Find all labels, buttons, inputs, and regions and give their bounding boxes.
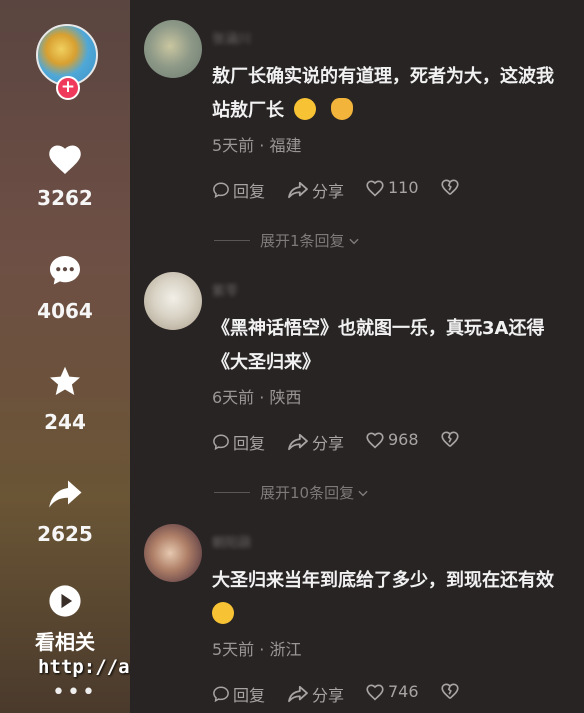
expand-replies-label: 展开1条回复 (260, 232, 345, 250)
comment-text-fragment: 站敖厂长 (212, 100, 284, 121)
comment-text-line: 《黑神话悟空》也就图一乐，真玩3A还得 (212, 318, 545, 339)
star-icon[interactable] (47, 364, 83, 400)
share-arrow-outline-icon (288, 181, 308, 199)
like-count: 3262 (37, 186, 93, 210)
comment-count: 4064 (37, 299, 93, 323)
like-action[interactable]: 3262 (0, 142, 130, 210)
divider-line (214, 240, 250, 241)
comment-actions: 回复 分享 110 (212, 178, 572, 202)
comment-like-count: 110 (388, 178, 419, 197)
share-comment-button[interactable]: 分享 (287, 430, 344, 454)
ok-hand-emoji-icon (330, 98, 353, 120)
comment-text-line: 大圣归来当年到底给了多少，到现在还有效 (212, 570, 554, 591)
favorite-action[interactable]: 244 (0, 364, 130, 434)
commenter-name[interactable]: 紫苓 (212, 280, 238, 299)
share-comment-button[interactable]: 分享 (287, 178, 344, 202)
broken-heart-icon (441, 683, 459, 699)
commenter-name[interactable]: 张涵川 (212, 28, 251, 47)
comment-text-line-2: 《大圣归来》 (212, 352, 320, 373)
comment-text: 敖厂长确实说的有道理，死者为大，这波我 站敖厂长 (212, 60, 572, 128)
comment-actions: 回复 分享 968 (212, 430, 572, 454)
chevron-down-icon (358, 490, 368, 496)
expand-replies-button[interactable]: 展开10条回复 (214, 482, 370, 503)
reply-label: 回复 (233, 434, 266, 453)
comment-actions: 回复 分享 746 (212, 682, 572, 706)
comment-bubble-icon[interactable] (47, 253, 83, 289)
comment-list: 张涵川 敖厂长确实说的有道理，死者为大，这波我 站敖厂长 5天前 · 福建 回复… (130, 0, 584, 713)
favorite-count: 244 (44, 410, 86, 434)
more-options-icon[interactable]: ••• (52, 680, 97, 705)
laughing-emoji-icon (294, 98, 317, 120)
share-action[interactable]: 2625 (0, 476, 130, 546)
dislike-button[interactable] (440, 178, 463, 196)
dislike-button[interactable] (440, 430, 463, 448)
broken-heart-icon (441, 179, 459, 195)
video-action-sidebar: + 3262 4064 244 2625 看相关 ••• (0, 0, 130, 713)
share-count: 2625 (37, 522, 93, 546)
commenter-name[interactable]: 朝阳葫 (212, 532, 251, 551)
follow-button[interactable]: + (56, 76, 80, 100)
comment-text: 《黑神话悟空》也就图一乐，真玩3A还得 《大圣归来》 (212, 312, 572, 380)
heart-outline-icon (366, 683, 384, 700)
share-label: 分享 (312, 434, 345, 453)
reply-label: 回复 (233, 182, 266, 201)
comment-time-location: 5天前 · 浙江 (212, 640, 302, 659)
play-circle-icon[interactable] (48, 584, 82, 618)
comment-like-button[interactable]: 110 (365, 178, 419, 197)
comment-text: 大圣归来当年到底给了多少，到现在还有效 (212, 564, 572, 632)
crying-emoji-icon (212, 602, 234, 624)
comment-text-line-2 (212, 598, 572, 632)
share-arrow-outline-icon (288, 685, 308, 703)
comment-action[interactable]: 4064 (0, 253, 130, 323)
heart-icon[interactable] (47, 142, 83, 176)
commenter-avatar[interactable] (144, 524, 202, 582)
comment-like-count: 968 (388, 430, 419, 449)
broken-heart-icon (441, 431, 459, 447)
commenter-avatar[interactable] (144, 20, 202, 78)
share-label: 分享 (312, 686, 345, 705)
reply-bubble-icon (213, 182, 229, 199)
share-arrow-outline-icon (288, 433, 308, 451)
reply-bubble-icon (213, 686, 229, 703)
comment-like-count: 746 (388, 682, 419, 701)
reply-button[interactable]: 回复 (212, 682, 265, 706)
watch-related-label: 看相关 (35, 630, 95, 654)
author-avatar-wrap[interactable]: + (36, 24, 98, 100)
expand-replies-button[interactable]: 展开1条回复 (214, 230, 361, 251)
comment-text-line: 敖厂长确实说的有道理，死者为大，这波我 (212, 66, 554, 87)
expand-replies-label: 展开10条回复 (260, 484, 355, 502)
chevron-down-icon (348, 238, 359, 244)
heart-outline-icon (366, 179, 384, 196)
reply-label: 回复 (233, 686, 266, 705)
commenter-avatar[interactable] (144, 272, 202, 330)
heart-outline-icon (366, 431, 384, 448)
reply-bubble-icon (213, 434, 229, 451)
reply-button[interactable]: 回复 (212, 430, 265, 454)
divider-line (214, 492, 250, 493)
share-comment-button[interactable]: 分享 (287, 682, 344, 706)
comment-like-button[interactable]: 968 (365, 430, 419, 449)
comment-text-line-2: 站敖厂长 (212, 94, 572, 128)
dislike-button[interactable] (440, 682, 463, 700)
comment-time-location: 6天前 · 陕西 (212, 388, 302, 407)
share-label: 分享 (312, 182, 345, 201)
watch-related-action[interactable]: 看相关 (0, 584, 130, 655)
comment-time-location: 5天前 · 福建 (212, 136, 302, 155)
share-arrow-icon[interactable] (47, 476, 83, 512)
comment-like-button[interactable]: 746 (365, 682, 419, 701)
reply-button[interactable]: 回复 (212, 178, 265, 202)
